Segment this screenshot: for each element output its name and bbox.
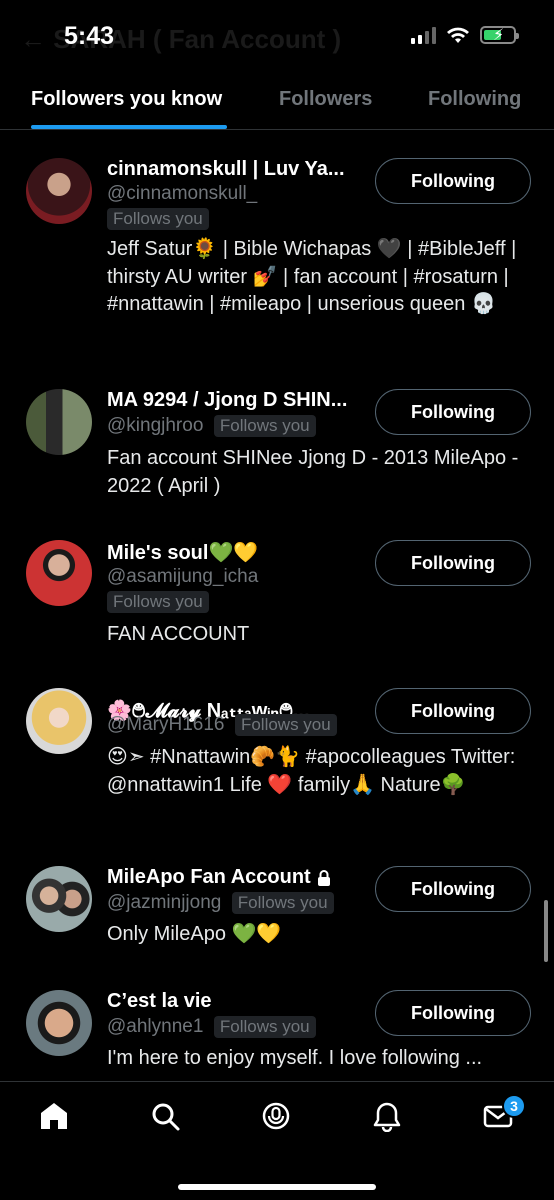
signal-icon: [411, 26, 436, 44]
user-meta: @cinnamonskull_ Follows you: [107, 183, 257, 230]
home-indicator[interactable]: [178, 1184, 376, 1190]
user-name[interactable]: Mile's soul💚💛: [107, 540, 258, 565]
follows-you-badge: Follows you: [231, 892, 334, 914]
user-bio: FAN ACCOUNT: [107, 623, 250, 645]
user-bio: 😍➣ #Nnattawin🥐🐈 #apocolleagues Twitter: …: [107, 746, 516, 796]
follows-you-badge: Follows you: [213, 415, 316, 437]
tab-followers[interactable]: Followers: [279, 88, 372, 111]
user-handle: @asamijung_icha: [107, 566, 259, 587]
tab-followers-you-know[interactable]: Followers you know: [31, 88, 222, 111]
avatar[interactable]: [26, 990, 92, 1056]
scrollbar[interactable]: [544, 900, 548, 962]
user-handle: @jazminjjong: [107, 892, 222, 913]
user-name[interactable]: C’est la vie: [107, 990, 212, 1013]
avatar[interactable]: [26, 389, 92, 455]
search-icon[interactable]: [149, 1100, 181, 1132]
status-bar: ← SARAH ( Fan Account ) 5:43 ⚡: [0, 0, 554, 68]
follows-you-badge: Follows you: [107, 591, 209, 613]
tab-following[interactable]: Following: [428, 88, 521, 111]
following-button[interactable]: Following: [375, 990, 531, 1036]
user-handle: @cinnamonskull_: [107, 183, 258, 204]
following-button[interactable]: Following: [375, 540, 531, 586]
status-time: 5:43: [64, 22, 115, 50]
user-bio: I'm here to enjoy myself. I love followi…: [107, 1047, 483, 1069]
user-bio: Fan account SHINee Jjong D - 2013 MileAp…: [107, 447, 519, 497]
following-button[interactable]: Following: [375, 866, 531, 912]
user-handle: @MaryH1616: [107, 714, 225, 735]
avatar[interactable]: [26, 866, 92, 932]
avatar[interactable]: [26, 540, 92, 606]
user-handle: @kingjhroo: [107, 415, 204, 436]
tab-bar: Followers you know Followers Following: [0, 68, 554, 130]
user-meta: @MaryH1616 Follows you: [107, 714, 337, 736]
user-handle: @ahlynne1: [107, 1016, 204, 1037]
status-icons: ⚡: [411, 26, 519, 44]
followers-list: cinnamonskull | Luv Ya... @cinnamonskull…: [0, 131, 554, 1081]
user-meta: @asamijung_icha Follows you: [107, 566, 258, 613]
follows-you-badge: Follows you: [107, 208, 209, 230]
lock-icon: [318, 869, 331, 886]
battery-icon: ⚡: [480, 26, 519, 44]
user-name[interactable]: MA 9294 / Jjong D SHIN...: [107, 389, 347, 412]
following-button[interactable]: Following: [375, 688, 531, 734]
spaces-icon[interactable]: [260, 1100, 292, 1132]
user-bio: Only MileApo 💚💛: [107, 923, 282, 945]
bottom-nav: 3: [0, 1081, 554, 1200]
following-button[interactable]: Following: [375, 158, 531, 204]
follows-you-badge: Follows you: [234, 714, 337, 736]
avatar[interactable]: [26, 158, 92, 224]
tab-indicator: [31, 125, 227, 129]
notification-badge: 3: [502, 1094, 526, 1118]
user-meta: @ahlynne1 Follows you: [107, 1016, 316, 1038]
home-icon[interactable]: [38, 1100, 70, 1132]
user-meta: @jazminjjong Follows you: [107, 892, 334, 914]
user-name[interactable]: MileApo Fan Account: [107, 866, 332, 889]
wifi-icon: [447, 27, 469, 43]
user-meta: @kingjhroo Follows you: [107, 415, 316, 437]
avatar[interactable]: [26, 688, 92, 754]
bell-icon[interactable]: [371, 1100, 403, 1132]
following-button[interactable]: Following: [375, 389, 531, 435]
follows-you-badge: Follows you: [213, 1016, 316, 1038]
user-bio: Jeff Satur🌻 | Bible Wichapas 🖤 | #BibleJ…: [107, 238, 517, 315]
user-name[interactable]: cinnamonskull | Luv Ya...: [107, 158, 345, 181]
